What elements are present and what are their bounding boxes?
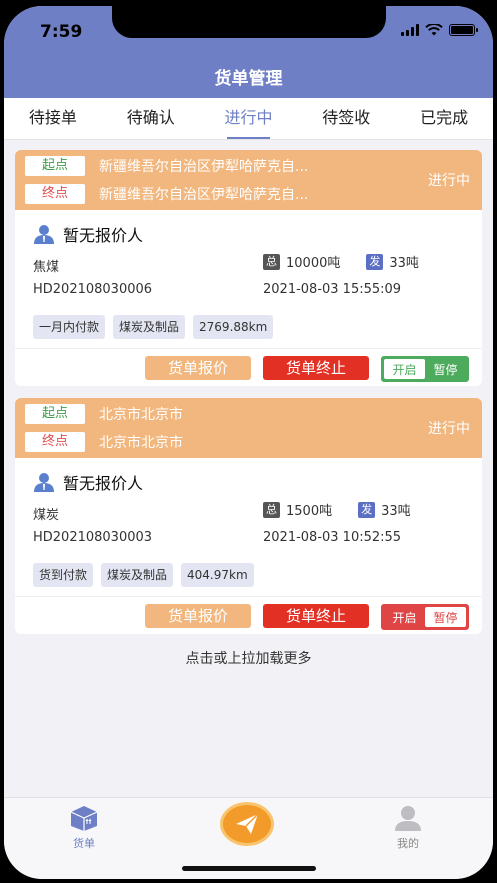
wifi-icon	[425, 24, 443, 36]
order-time: 2021-08-03 15:55:09	[263, 282, 402, 297]
order-card[interactable]: 起点 新疆维吾尔自治区伊犁哈萨克自... 终点 新疆维吾尔自治区伊犁哈萨克自..…	[15, 150, 482, 386]
divider	[15, 596, 482, 597]
order-body: 暂无报价人 焦煤 总 10000吨 发 33吨 HD202108030006 2…	[15, 210, 482, 386]
tabbar-profile[interactable]: 我的	[378, 804, 438, 851]
end-place: 北京市北京市	[99, 435, 183, 451]
order-body: 暂无报价人 煤炭 总 1500吨 发 33吨 HD202108030003 20…	[15, 458, 482, 634]
order-time: 2021-08-03 10:52:55	[263, 530, 402, 545]
order-status-tabs: 待接单 待确认 进行中 待签收 已完成	[4, 98, 493, 140]
tabbar-cargo-label: 货单	[73, 837, 95, 850]
bottom-tab-bar: 货单 我的	[4, 797, 493, 879]
divider	[15, 348, 482, 349]
total-badge: 总	[263, 253, 280, 270]
bidder-row: 暂无报价人	[33, 222, 143, 246]
distance-chip: 2769.88km	[193, 315, 274, 339]
app-header: 7:59 货单管理	[4, 6, 493, 98]
category-chip: 煤炭及制品	[101, 563, 174, 587]
cargo-type: 煤炭	[33, 508, 60, 523]
route-end-row: 终点 北京市北京市	[25, 432, 183, 452]
sent-quantity: 33吨	[381, 504, 411, 519]
tabbar-profile-label: 我的	[397, 837, 419, 850]
cargo-type: 焦煤	[33, 260, 60, 275]
profile-icon	[395, 806, 421, 831]
toggle-pause[interactable]: 暂停	[425, 607, 466, 627]
bidder-row: 暂无报价人	[33, 470, 143, 494]
open-pause-toggle[interactable]: 开启 暂停	[381, 604, 469, 630]
order-actions: 货单报价 货单终止 开启 暂停	[15, 604, 482, 630]
toggle-open[interactable]: 开启	[384, 359, 425, 379]
tab-completed[interactable]: 已完成	[395, 98, 493, 139]
route-header: 起点 新疆维吾尔自治区伊犁哈萨克自... 终点 新疆维吾尔自治区伊犁哈萨克自..…	[15, 150, 482, 210]
terminate-button[interactable]: 货单终止	[263, 604, 369, 628]
total-quantity: 1500吨	[286, 504, 333, 519]
status-time: 7:59	[40, 22, 83, 42]
order-card[interactable]: 起点 北京市北京市 终点 北京市北京市 进行中 暂无报价人 煤炭 总 1500吨…	[15, 398, 482, 634]
sent-quantity: 33吨	[389, 256, 419, 271]
start-place: 北京市北京市	[99, 407, 183, 423]
tab-in-progress[interactable]: 进行中	[200, 98, 298, 139]
start-tag: 起点	[25, 404, 85, 424]
toggle-open[interactable]: 开启	[384, 607, 425, 627]
end-tag: 终点	[25, 432, 85, 452]
order-state: 进行中	[428, 173, 470, 189]
terminate-button[interactable]: 货单终止	[263, 356, 369, 380]
route-header: 起点 北京市北京市 终点 北京市北京市 进行中	[15, 398, 482, 458]
publish-button[interactable]	[220, 802, 274, 846]
send-icon	[236, 813, 259, 834]
quote-button[interactable]: 货单报价	[145, 356, 251, 380]
start-place: 新疆维吾尔自治区伊犁哈萨克自...	[99, 159, 309, 175]
route-end-row: 终点 新疆维吾尔自治区伊犁哈萨克自...	[25, 184, 308, 204]
quote-button[interactable]: 货单报价	[145, 604, 251, 628]
order-number: HD202108030006	[33, 282, 153, 297]
bidder-name: 暂无报价人	[63, 226, 144, 245]
load-more[interactable]: 点击或上拉加载更多	[4, 648, 493, 668]
page-title: 货单管理	[214, 69, 283, 89]
sent-badge: 发	[358, 501, 376, 518]
toggle-pause[interactable]: 暂停	[425, 359, 466, 379]
tab-pending-confirm[interactable]: 待确认	[102, 98, 200, 139]
cargo-icon	[70, 806, 98, 831]
cellular-signal-icon	[401, 24, 419, 36]
route-start-row: 起点 新疆维吾尔自治区伊犁哈萨克自...	[25, 156, 308, 176]
start-tag: 起点	[25, 156, 85, 176]
order-number: HD202108030003	[33, 530, 153, 545]
category-chip: 煤炭及制品	[113, 315, 186, 339]
battery-icon	[449, 24, 478, 36]
open-pause-toggle[interactable]: 开启 暂停	[381, 356, 469, 382]
person-icon	[34, 225, 54, 244]
sent-badge: 发	[366, 253, 384, 270]
tab-pending-accept[interactable]: 待接单	[4, 98, 102, 139]
tabbar-cargo[interactable]: 货单	[54, 804, 114, 851]
person-icon	[34, 473, 54, 492]
bidder-name: 暂无报价人	[63, 474, 144, 493]
quantity-row: 总 1500吨 发 33吨	[263, 500, 411, 519]
order-chips: 一月内付款 煤炭及制品 2769.88km	[33, 315, 274, 339]
order-chips: 货到付款 煤炭及制品 404.97km	[33, 563, 254, 587]
order-state: 进行中	[428, 421, 470, 437]
app-screen: 7:59 货单管理 待接单 待确认 进行中 待签收 已完成 起点 新疆维吾尔自治…	[4, 6, 493, 879]
distance-chip: 404.97km	[181, 563, 254, 587]
tab-pending-sign[interactable]: 待签收	[297, 98, 395, 139]
payment-chip: 货到付款	[33, 563, 94, 587]
total-badge: 总	[263, 501, 280, 518]
order-actions: 货单报价 货单终止 开启 暂停	[15, 356, 482, 382]
status-icons	[401, 24, 478, 36]
quantity-row: 总 10000吨 发 33吨	[263, 252, 419, 271]
device-notch	[112, 6, 386, 38]
total-quantity: 10000吨	[286, 256, 341, 271]
end-place: 新疆维吾尔自治区伊犁哈萨克自...	[99, 187, 309, 203]
home-indicator	[182, 866, 316, 871]
route-start-row: 起点 北京市北京市	[25, 404, 183, 424]
payment-chip: 一月内付款	[33, 315, 106, 339]
end-tag: 终点	[25, 184, 85, 204]
